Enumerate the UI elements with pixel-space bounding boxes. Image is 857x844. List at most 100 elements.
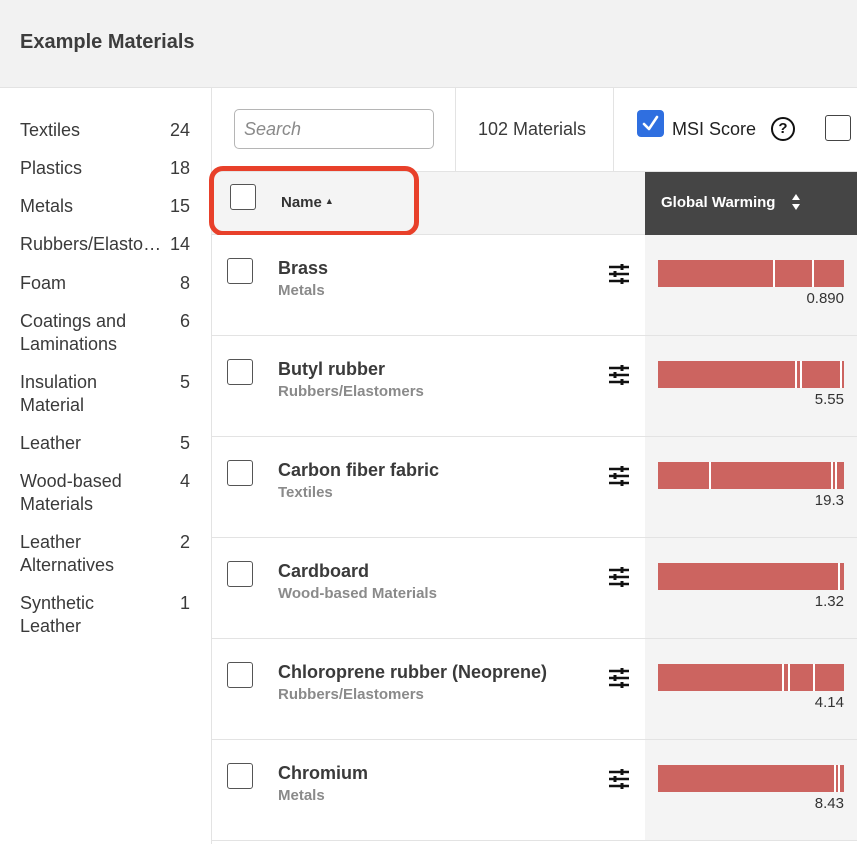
toolbar-divider <box>613 88 614 172</box>
bar-segment-divider <box>709 462 711 489</box>
adjust-sliders-icon[interactable] <box>608 667 630 689</box>
material-count: 102 Materials <box>478 119 587 139</box>
global-warming-column-header[interactable]: Global Warming <box>645 172 857 235</box>
sidebar-item-synthetic-leather[interactable]: Synthetic Leather 1 <box>20 592 190 638</box>
global-warming-cell: 0.890 <box>645 235 857 335</box>
sidebar-item-count: 4 <box>179 471 190 491</box>
adjust-sliders-icon[interactable] <box>608 768 630 790</box>
app-header: Example Materials <box>0 0 857 88</box>
impact-bar <box>658 361 844 388</box>
bar-segment-divider <box>838 563 840 590</box>
impact-bar <box>658 765 844 792</box>
bar-segment-divider <box>813 664 815 691</box>
global-warming-cell: 5.55 <box>645 336 857 436</box>
bar-segment-divider <box>835 462 837 489</box>
material-category: Rubbers/Elastomers <box>278 686 424 703</box>
global-warming-cell: 8.43 <box>645 740 857 840</box>
adjust-sliders-icon[interactable] <box>608 364 630 386</box>
material-name: Cardboard <box>278 561 370 581</box>
sidebar-item-coatings[interactable]: Coatings and Laminations 6 <box>20 310 190 356</box>
checkmark-icon <box>642 115 659 131</box>
table-row[interactable]: Cardboard Wood-based Materials 1.32 <box>212 538 857 639</box>
impact-value: 5.55 <box>814 391 844 408</box>
gw-header-label: Global Warming <box>661 194 776 211</box>
sidebar-item-label: Wood-based Materials <box>20 471 122 514</box>
adjust-sliders-icon[interactable] <box>608 263 630 285</box>
sidebar-item-count: 5 <box>179 433 190 453</box>
row-checkbox[interactable] <box>227 258 253 284</box>
sidebar-item-wood-based[interactable]: Wood-based Materials 4 <box>20 470 190 516</box>
row-checkbox[interactable] <box>227 561 253 587</box>
impact-value: 19.3 <box>814 492 844 509</box>
sidebar-item-count: 15 <box>169 196 190 216</box>
table-row[interactable]: Chloroprene rubber (Neoprene) Rubbers/El… <box>212 639 857 740</box>
sidebar-item-foam[interactable]: Foam 8 <box>20 272 190 295</box>
global-warming-cell: 19.3 <box>645 437 857 537</box>
sidebar-item-insulation[interactable]: Insulation Material 5 <box>20 371 190 417</box>
impact-bar <box>658 563 844 590</box>
impact-value: 8.43 <box>814 795 844 812</box>
material-name: Brass <box>278 258 329 278</box>
msi-score-checkbox[interactable] <box>637 110 664 137</box>
table-row[interactable]: Carbon fiber fabric Textiles 19.3 <box>212 437 857 538</box>
help-icon[interactable]: ? <box>771 117 795 141</box>
sidebar-item-rubbers[interactable]: Rubbers/Elastomers 14 <box>20 233 190 256</box>
material-category: Textiles <box>278 484 333 501</box>
impact-value: 1.32 <box>814 593 844 610</box>
search-input[interactable] <box>234 109 434 149</box>
material-category: Rubbers/Elastomers <box>278 383 424 400</box>
adjust-sliders-icon[interactable] <box>608 465 630 487</box>
global-warming-cell: 1.32 <box>645 538 857 638</box>
sidebar-item-count: 24 <box>169 120 190 140</box>
sidebar-item-leather-alternatives[interactable]: Leather Alternatives 2 <box>20 531 190 577</box>
bar-segment-divider <box>782 664 784 691</box>
sidebar-item-label: Metals <box>20 196 74 216</box>
adjust-sliders-icon[interactable] <box>608 566 630 588</box>
msi-score-label: MSI Score <box>672 119 757 139</box>
sidebar-item-label: Textiles <box>20 120 81 140</box>
table-row[interactable]: Butyl rubber Rubbers/Elastomers 5.55 <box>212 336 857 437</box>
material-category: Metals <box>278 282 325 299</box>
sidebar-item-count: 6 <box>179 311 190 331</box>
sidebar-item-label: Foam <box>20 273 67 293</box>
bar-segment-divider <box>788 664 790 691</box>
material-category: Metals <box>278 787 325 804</box>
material-name: Chloroprene rubber (Neoprene) <box>278 662 548 682</box>
bar-segment-divider <box>834 765 836 792</box>
material-name: Butyl rubber <box>278 359 386 379</box>
page-title: Example Materials <box>20 31 195 53</box>
option-checkbox[interactable] <box>825 115 851 141</box>
sidebar-item-label: Coatings and Laminations <box>20 311 127 354</box>
sidebar-item-count: 5 <box>179 372 190 392</box>
name-header-highlight <box>209 166 419 236</box>
material-name: Carbon fiber fabric <box>278 460 440 480</box>
row-checkbox[interactable] <box>227 359 253 385</box>
row-checkbox[interactable] <box>227 763 253 789</box>
material-category: Wood-based Materials <box>278 585 437 602</box>
sidebar-item-label: Leather Alternatives <box>20 532 115 575</box>
material-name: Chromium <box>278 763 368 783</box>
sidebar-item-label: Rubbers/Elastomers <box>20 234 165 254</box>
sidebar-item-metals[interactable]: Metals 15 <box>20 195 190 218</box>
table-row[interactable]: Chromium Metals 8.43 <box>212 740 857 841</box>
row-checkbox[interactable] <box>227 460 253 486</box>
sidebar-item-label: Insulation Material <box>20 372 98 415</box>
impact-bar <box>658 664 844 691</box>
sidebar-item-label: Synthetic Leather <box>20 593 95 636</box>
sidebar-item-plastics[interactable]: Plastics 18 <box>20 157 190 180</box>
bar-segment-divider <box>831 462 833 489</box>
impact-value: 0.890 <box>806 290 844 307</box>
bar-segment-divider <box>773 260 775 287</box>
bar-segment-divider <box>795 361 797 388</box>
bar-segment-divider <box>838 765 840 792</box>
impact-bar <box>658 462 844 489</box>
sidebar-item-leather[interactable]: Leather 5 <box>20 432 190 455</box>
sidebar-item-textiles[interactable]: Textiles 24 <box>20 119 190 142</box>
table-row[interactable]: Brass Metals 0.890 <box>212 235 857 336</box>
bar-segment-divider <box>800 361 802 388</box>
row-checkbox[interactable] <box>227 662 253 688</box>
category-sidebar: Textiles 24 Plastics 18 Metals 15 Rubber… <box>0 88 212 844</box>
sort-toggle-icon <box>792 194 800 210</box>
bar-segment-divider <box>840 361 842 388</box>
sidebar-item-count: 1 <box>179 593 190 613</box>
